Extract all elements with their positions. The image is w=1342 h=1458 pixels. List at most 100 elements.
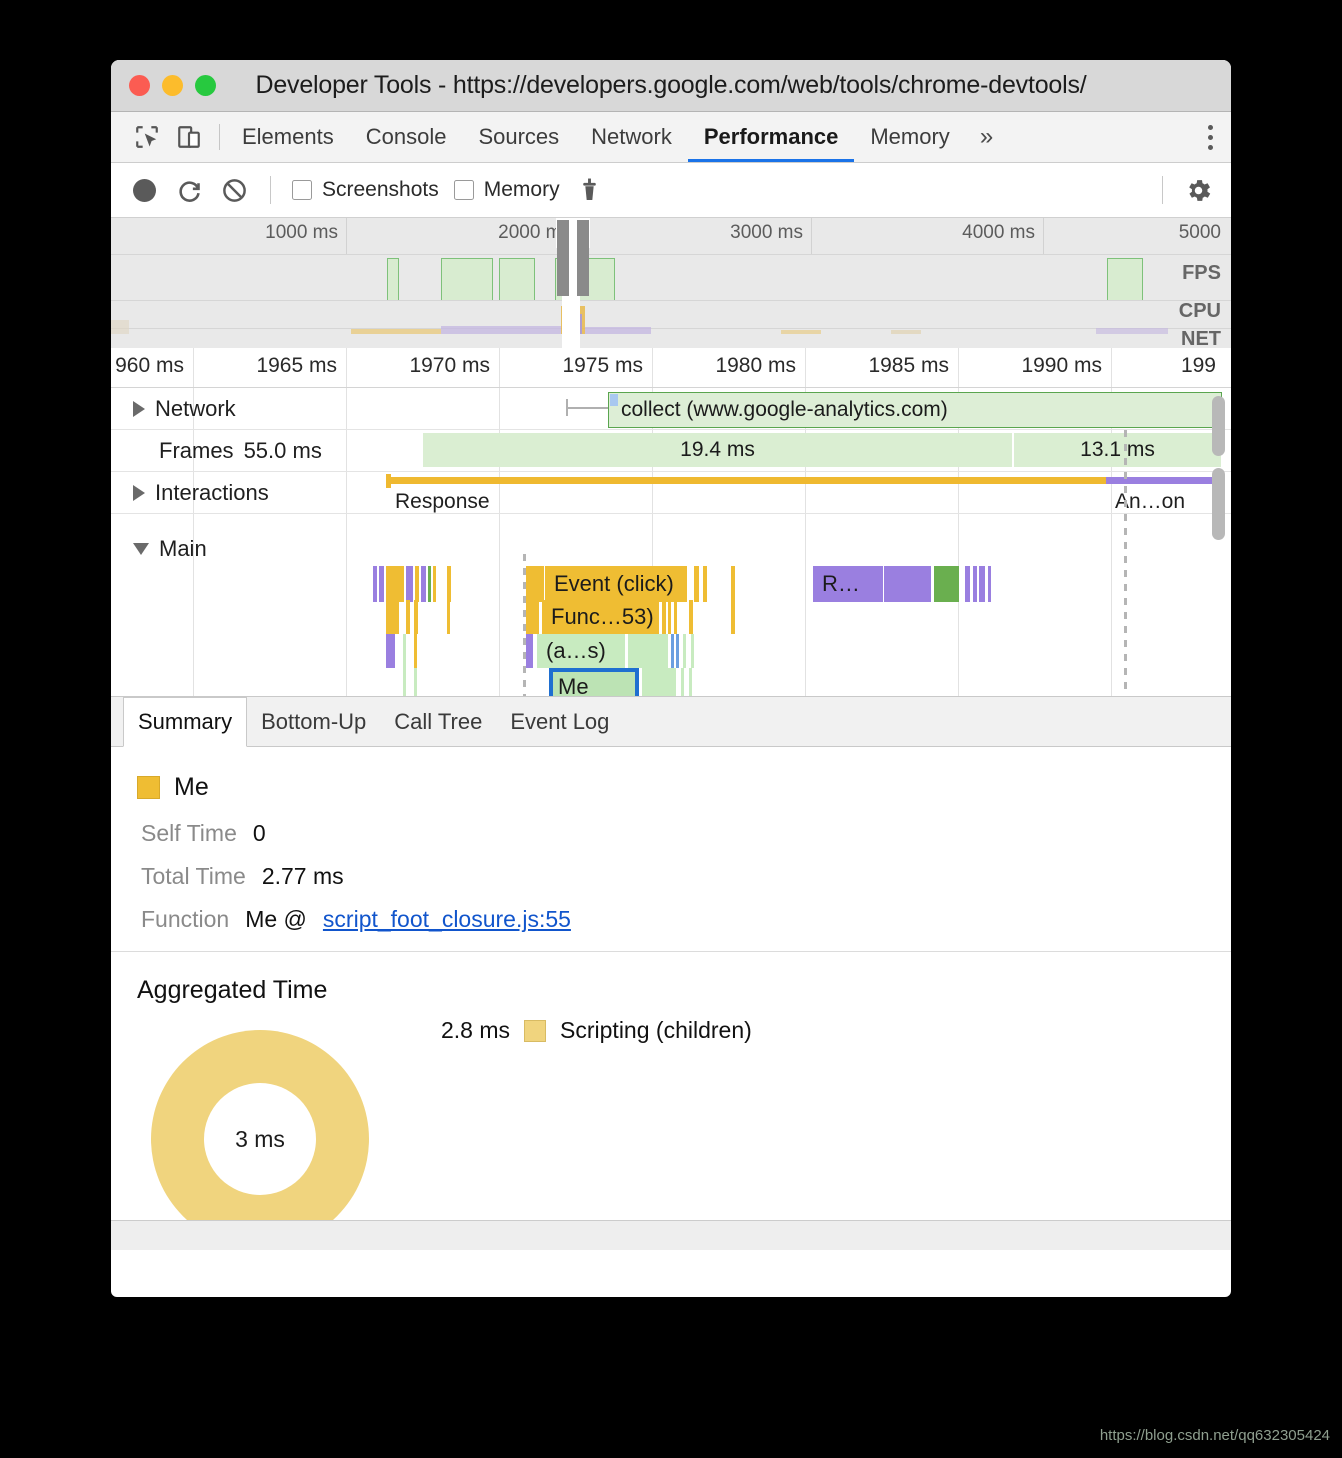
- summary-event-name: Me: [174, 773, 209, 802]
- flamechart-tick: 1980 ms: [715, 354, 805, 378]
- flamechart-block-me-selected[interactable]: Me: [549, 668, 639, 696]
- overview-selection-handle-right[interactable]: [577, 220, 589, 296]
- frame-bar[interactable]: 13.1 ms: [1014, 433, 1222, 467]
- frame-bar[interactable]: 19.4 ms: [423, 433, 1013, 467]
- summary-row-self-time: Self Time 0: [141, 820, 1231, 847]
- tab-network[interactable]: Network: [575, 112, 688, 162]
- reload-and-record-icon[interactable]: [174, 175, 204, 205]
- flamechart-panel[interactable]: 960 ms 1965 ms 1970 ms 1975 ms 1980 ms 1…: [111, 348, 1231, 696]
- overview-tick: 1000 ms: [265, 222, 346, 244]
- total-time-value: 2.77 ms: [262, 863, 344, 890]
- device-toolbar-icon[interactable]: [175, 123, 203, 151]
- close-button[interactable]: [129, 75, 150, 96]
- timeline-marker-line: [1124, 430, 1127, 696]
- collect-garbage-icon[interactable]: [575, 175, 605, 205]
- aggregated-time-chart: 3 ms 2.8 ms Scripting (children): [111, 1005, 1231, 1297]
- flamechart-vertical-scrollbar-secondary[interactable]: [1212, 468, 1225, 540]
- menu-dot: [1208, 135, 1213, 140]
- flamechart-block-label: Event (click): [545, 566, 687, 602]
- track-network-title: Network: [155, 396, 236, 422]
- aggregated-donut-chart: 3 ms: [151, 1030, 369, 1248]
- tab-performance[interactable]: Performance: [688, 112, 855, 162]
- flamechart-block-label: (a…s): [537, 634, 625, 668]
- legend-value: 2.8 ms: [441, 1017, 510, 1044]
- function-source-link[interactable]: script_foot_closure.js:55: [323, 906, 571, 933]
- more-tabs-icon[interactable]: »: [966, 112, 1007, 162]
- flamechart-vertical-scrollbar[interactable]: [1212, 396, 1225, 456]
- flamechart-tick: 1975 ms: [562, 354, 652, 378]
- interaction-response-bar[interactable]: [386, 477, 1106, 484]
- drawer-footer: [111, 1220, 1231, 1250]
- function-label: Function: [141, 906, 229, 933]
- window-titlebar: Developer Tools - https://developers.goo…: [111, 60, 1231, 112]
- track-interactions[interactable]: Interactions Response An…on: [111, 472, 1231, 514]
- track-interactions-title: Interactions: [155, 480, 269, 506]
- flamechart-block-function[interactable]: Func…53): [542, 600, 659, 634]
- overview-selection-handle-left[interactable]: [557, 220, 569, 296]
- self-time-value: 0: [253, 820, 266, 847]
- gear-icon[interactable]: [1183, 175, 1213, 205]
- flamechart-ruler: 960 ms 1965 ms 1970 ms 1975 ms 1980 ms 1…: [111, 348, 1231, 388]
- watermark: https://blog.csdn.net/qq632305424: [1100, 1427, 1330, 1444]
- tab-event-log[interactable]: Event Log: [496, 697, 623, 746]
- screenshots-checkbox[interactable]: [292, 180, 312, 200]
- record-dot-icon: [133, 179, 156, 202]
- main-menu-icon[interactable]: [1197, 125, 1231, 150]
- summary-header: Me: [111, 747, 1231, 802]
- memory-label: Memory: [484, 178, 560, 202]
- overview-lane-net: NET: [1181, 328, 1221, 348]
- frame-bar-label: 19.4 ms: [680, 438, 755, 462]
- tab-bottom-up[interactable]: Bottom-Up: [247, 697, 380, 746]
- aggregated-time-title: Aggregated Time: [111, 952, 1231, 1005]
- tab-summary[interactable]: Summary: [123, 697, 247, 747]
- chevron-right-icon: [133, 485, 145, 501]
- performance-toolbar: Screenshots Memory: [111, 163, 1231, 218]
- flamechart-block-label: Func…53): [542, 600, 659, 634]
- flamechart-block-anonymous[interactable]: (a…s): [537, 634, 625, 668]
- overview-lane-fps: FPS: [1182, 262, 1221, 285]
- flamechart-block-event-click[interactable]: Event (click): [545, 566, 687, 602]
- tabbar-right-group: [1196, 112, 1231, 162]
- maximize-button[interactable]: [195, 75, 216, 96]
- chevron-down-icon: [133, 543, 149, 555]
- flamechart-block-recalculate[interactable]: R…: [813, 566, 883, 602]
- tabbar-divider: [219, 124, 220, 150]
- memory-checkbox[interactable]: [454, 180, 474, 200]
- screenshots-checkbox-group[interactable]: Screenshots: [292, 178, 439, 202]
- tab-sources[interactable]: Sources: [462, 112, 575, 162]
- clear-recording-icon[interactable]: [219, 175, 249, 205]
- tab-call-tree[interactable]: Call Tree: [380, 697, 496, 746]
- track-main-label[interactable]: Main: [133, 536, 207, 562]
- network-request-bar[interactable]: collect (www.google-analytics.com): [608, 392, 1222, 428]
- toolbar-divider: [270, 176, 271, 204]
- record-button[interactable]: [129, 175, 159, 205]
- track-interactions-label[interactable]: Interactions: [133, 480, 269, 506]
- self-time-label: Self Time: [141, 820, 237, 847]
- summary-rows: Self Time 0 Total Time 2.77 ms Function …: [111, 802, 1231, 933]
- track-network-label[interactable]: Network: [133, 396, 236, 422]
- track-main[interactable]: Main: [111, 514, 1231, 696]
- track-frames-title: Frames: [159, 438, 234, 464]
- tab-elements[interactable]: Elements: [226, 112, 350, 162]
- details-drawer: Summary Bottom-Up Call Tree Event Log Me…: [111, 696, 1231, 1250]
- overview-lane-cpu: CPU: [1179, 300, 1221, 323]
- tab-memory[interactable]: Memory: [854, 112, 965, 162]
- toolbar-right-group: [1156, 175, 1213, 205]
- memory-checkbox-group[interactable]: Memory: [454, 178, 560, 202]
- network-request-label: collect (www.google-analytics.com): [621, 398, 948, 422]
- timeline-overview[interactable]: 1000 ms 2000 ms 3000 ms 4000 ms 5000: [111, 218, 1231, 348]
- flamechart-tick: 1970 ms: [409, 354, 499, 378]
- panel-tabs: Elements Console Sources Network Perform…: [226, 112, 1007, 162]
- track-network[interactable]: Network collect (www.google-analytics.co…: [111, 388, 1231, 430]
- menu-dot: [1208, 125, 1213, 130]
- track-frames-label: Frames 55.0 ms: [159, 438, 322, 464]
- overview-tick: 5000: [1179, 222, 1229, 244]
- flamechart-tick: 960 ms: [115, 354, 193, 378]
- inspect-element-icon[interactable]: [133, 123, 161, 151]
- minimize-button[interactable]: [162, 75, 183, 96]
- flamechart-tick: 1965 ms: [256, 354, 346, 378]
- track-frames[interactable]: Frames 55.0 ms 19.4 ms 13.1 ms: [111, 430, 1231, 472]
- tab-console[interactable]: Console: [350, 112, 463, 162]
- window-title: Developer Tools - https://developers.goo…: [111, 71, 1231, 100]
- drawer-tabs: Summary Bottom-Up Call Tree Event Log: [111, 697, 1231, 747]
